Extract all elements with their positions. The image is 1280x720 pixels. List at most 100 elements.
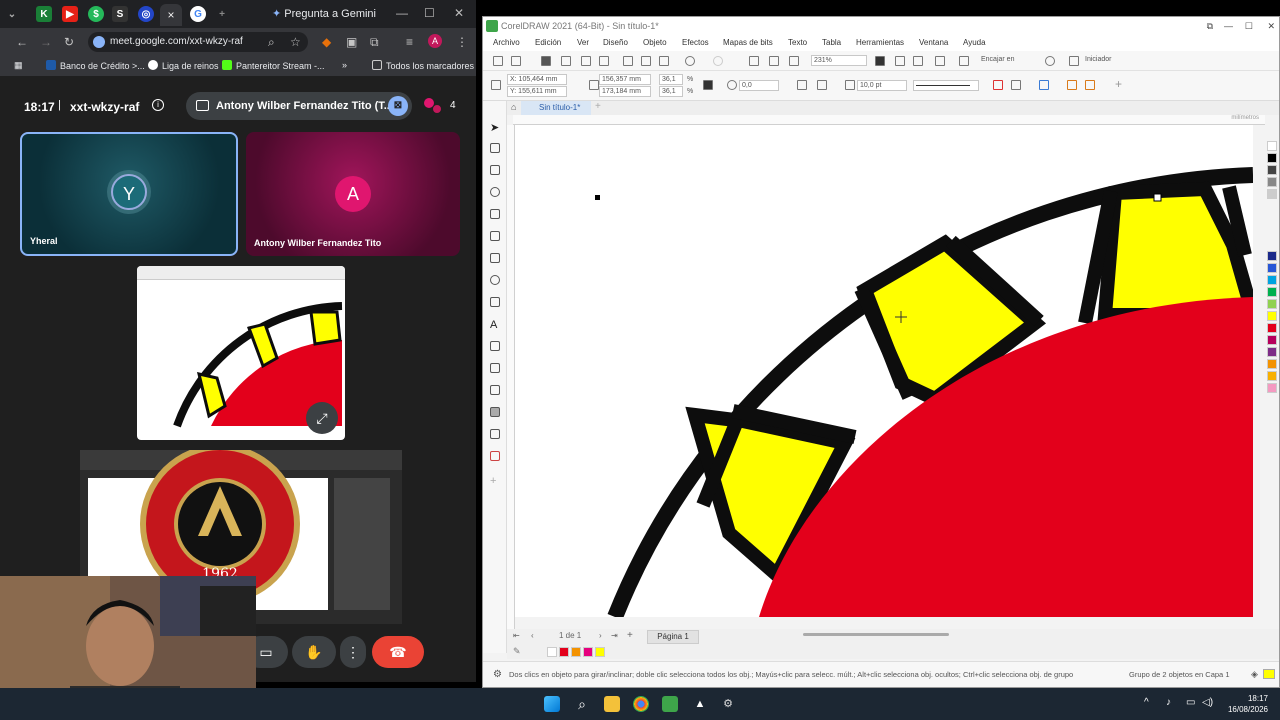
doc-swatch-none[interactable] xyxy=(547,647,557,657)
options-gear-icon[interactable] xyxy=(1045,56,1055,66)
add-page-icon[interactable]: + xyxy=(627,630,633,641)
rectangle-tool-icon[interactable] xyxy=(490,253,500,263)
swatch-gray[interactable] xyxy=(1267,165,1277,175)
freehand-tool-icon[interactable] xyxy=(490,209,500,219)
expand-icon[interactable]: ⤢ xyxy=(306,402,338,434)
height-field[interactable]: 173,184 mm xyxy=(599,86,651,97)
swatch-black[interactable] xyxy=(1267,153,1277,163)
zoom-icon[interactable]: ⌕ xyxy=(268,35,275,50)
swatch-pink[interactable] xyxy=(1267,383,1277,393)
settings-icon[interactable]: ⚙ xyxy=(720,696,736,712)
lock-ratio-icon[interactable] xyxy=(703,80,713,90)
drawing-canvas[interactable] xyxy=(515,125,1253,617)
display-icon[interactable]: ▭ xyxy=(1186,697,1195,708)
bookmark-liga[interactable]: Liga de reinos xyxy=(148,60,219,71)
crop-tool-icon[interactable] xyxy=(490,165,500,175)
menu-herramientas[interactable]: Herramientas xyxy=(856,38,904,47)
tab-google-icon[interactable]: G xyxy=(190,6,206,22)
bookmark-star-icon[interactable]: ☆ xyxy=(290,35,301,49)
restore-icon[interactable]: ⧉ xyxy=(1207,17,1213,35)
more-options-icon[interactable]: ⋮ xyxy=(340,636,366,668)
cloud-icon[interactable] xyxy=(561,56,571,66)
swatch-none[interactable] xyxy=(1267,141,1277,151)
to-curves-icon[interactable] xyxy=(1039,80,1049,90)
swatch-orange[interactable] xyxy=(1267,359,1277,369)
y-position-field[interactable]: Y: 155,611 mm xyxy=(507,86,567,97)
launcher-dropdown[interactable]: Iniciador xyxy=(1083,55,1127,66)
add-icon[interactable]: + xyxy=(1115,77,1122,91)
text-tool-icon[interactable]: A xyxy=(490,319,500,331)
address-bar[interactable]: meet.google.com/xxt-wkzy-raf xyxy=(88,32,308,52)
swatch-blue[interactable] xyxy=(1267,251,1277,261)
doc-swatch-orange[interactable] xyxy=(571,647,581,657)
document-tab[interactable]: Sin título-1* xyxy=(521,101,591,115)
paste-icon[interactable] xyxy=(659,56,669,66)
menu-ver[interactable]: Ver xyxy=(577,38,589,47)
menu-objeto[interactable]: Objeto xyxy=(643,38,667,47)
reload-icon[interactable]: ↻ xyxy=(64,35,74,49)
tab-whatsapp-icon[interactable]: $ xyxy=(88,6,104,22)
node-handle[interactable] xyxy=(1153,193,1162,202)
status-gear-icon[interactable]: ⚙ xyxy=(493,669,502,680)
snap-icon[interactable] xyxy=(959,56,969,66)
bookmark-banco[interactable]: Banco de Crédito >... xyxy=(46,60,145,71)
menu-mapas-de-bits[interactable]: Mapas de bits xyxy=(723,38,773,47)
app-icon[interactable]: ▲ xyxy=(692,696,708,712)
save-icon[interactable] xyxy=(541,56,551,66)
extension-shield-icon[interactable]: ▣ xyxy=(346,35,357,49)
redo-icon[interactable] xyxy=(713,56,723,66)
break-apart-icon[interactable] xyxy=(993,80,1003,90)
guidelines-icon[interactable] xyxy=(935,56,945,66)
mirror-h-icon[interactable] xyxy=(797,80,807,90)
meeting-info-icon[interactable]: i xyxy=(152,99,164,111)
print-icon[interactable] xyxy=(599,56,609,66)
raise-hand-icon[interactable]: ✋ xyxy=(292,636,336,668)
connector-tool-icon[interactable] xyxy=(490,363,500,373)
add-tool-icon[interactable]: + xyxy=(490,475,500,487)
parallel-dimension-icon[interactable] xyxy=(490,341,500,351)
menu-ayuda[interactable]: Ayuda xyxy=(963,38,986,47)
apps-grid-icon[interactable]: ▦ xyxy=(14,60,23,71)
mirror-v-icon[interactable] xyxy=(817,80,827,90)
new-tab-icon[interactable]: + xyxy=(214,6,230,22)
swatch-yellow[interactable] xyxy=(1267,311,1277,321)
undo-icon[interactable] xyxy=(685,56,695,66)
start-icon[interactable] xyxy=(544,696,560,712)
menu-archivo[interactable]: Archivo xyxy=(493,38,520,47)
line-style-select[interactable] xyxy=(913,80,979,91)
presenter-banner[interactable]: Antony Wilber Fernandez Tito (T... xyxy=(186,92,412,120)
grid-icon[interactable] xyxy=(913,56,923,66)
taskbar-clock[interactable]: 18:17 16/08/2026 xyxy=(1228,693,1268,715)
profile-avatar[interactable]: A xyxy=(428,34,442,48)
scale-y-field[interactable]: 36,1 xyxy=(659,86,683,97)
prev-page-icon[interactable]: ‹ xyxy=(531,631,534,640)
zoom-level-select[interactable]: 231% xyxy=(811,55,867,66)
horizontal-ruler[interactable]: milímetros xyxy=(513,115,1265,125)
file-explorer-icon[interactable] xyxy=(604,696,620,712)
forward-icon[interactable]: → xyxy=(40,35,52,49)
close-window-icon[interactable]: ✕ xyxy=(454,6,464,20)
new-tab-icon[interactable]: + xyxy=(595,101,601,112)
tray-chevron-icon[interactable]: ^ xyxy=(1144,697,1149,708)
all-bookmarks-folder[interactable]: Todos los marcadores xyxy=(372,60,474,71)
rotation-field[interactable]: 0,0 xyxy=(739,80,779,91)
fill-color-swatch[interactable] xyxy=(1263,669,1275,679)
participant-tile-yheral[interactable]: Y Yheral xyxy=(20,132,238,256)
tab-youtube-icon[interactable]: ▶ xyxy=(62,6,78,22)
upload-icon[interactable] xyxy=(581,56,591,66)
mic-icon[interactable]: ♪ xyxy=(1166,697,1171,708)
home-icon[interactable]: ⌂ xyxy=(511,102,516,112)
x-position-field[interactable]: X: 105,464 mm xyxy=(507,74,567,85)
swatch-magenta[interactable] xyxy=(1267,335,1277,345)
search-icon[interactable]: ⌕ xyxy=(574,696,590,712)
menu-efectos[interactable]: Efectos xyxy=(682,38,709,47)
swatch-blue[interactable] xyxy=(1267,263,1277,273)
zoom-tool-icon[interactable] xyxy=(490,187,500,197)
menu-edicion[interactable]: Edición xyxy=(535,38,561,47)
selection-handle[interactable] xyxy=(595,195,600,200)
publish-pdf-icon[interactable] xyxy=(789,56,799,66)
ungroup-icon[interactable] xyxy=(1011,80,1021,90)
pick-tool-icon[interactable]: ➤ xyxy=(490,121,500,134)
swatch-gray[interactable] xyxy=(1267,189,1277,199)
first-page-icon[interactable]: ⇤ xyxy=(513,631,520,640)
